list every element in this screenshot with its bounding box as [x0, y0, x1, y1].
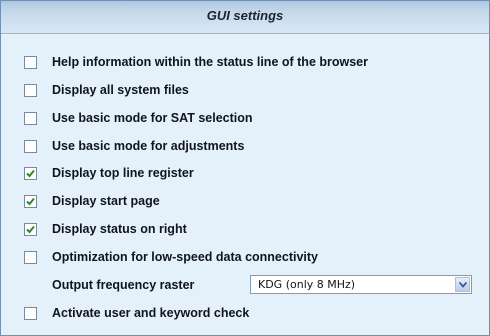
checkmark-icon [26, 225, 35, 233]
option-user-keyword-check[interactable]: Activate user and keyword check [24, 303, 249, 323]
checkbox[interactable] [24, 166, 37, 180]
checkbox[interactable] [24, 306, 37, 320]
checkbox[interactable] [24, 83, 37, 97]
checkbox[interactable] [24, 222, 37, 236]
checkmark-icon [26, 169, 35, 177]
option-help-status-line[interactable]: Help information within the status line … [24, 52, 368, 72]
option-display-system-files[interactable]: Display all system files [24, 80, 189, 100]
option-label: Display status on right [52, 222, 187, 236]
chevron-down-icon [459, 282, 467, 288]
option-label: Help information within the status line … [52, 55, 368, 69]
option-basic-adjustments[interactable]: Use basic mode for adjustments [24, 136, 244, 156]
frequency-raster-label: Output frequency raster [52, 278, 195, 292]
checkbox[interactable] [24, 250, 37, 264]
option-label: Optimization for low-speed data connecti… [52, 250, 319, 264]
dropdown-button[interactable] [455, 277, 470, 292]
option-label: Activate user and keyword check [52, 306, 250, 320]
option-top-line-register[interactable]: Display top line register [24, 163, 194, 183]
panel-title: GUI settings [206, 8, 284, 23]
option-label: Display top line register [52, 166, 194, 180]
checkbox[interactable] [24, 55, 37, 69]
option-basic-sat-selection[interactable]: Use basic mode for SAT selection [24, 108, 253, 128]
option-label: Use basic mode for adjustments [52, 139, 245, 153]
option-label: Display all system files [52, 83, 189, 97]
frequency-raster-value: KDG (only 8 MHz) [258, 278, 356, 291]
frequency-raster-row: Output frequency raster [52, 275, 194, 295]
checkmark-icon [26, 197, 35, 205]
option-status-on-right[interactable]: Display status on right [24, 219, 187, 239]
checkbox[interactable] [24, 111, 37, 125]
frequency-raster-select[interactable]: KDG (only 8 MHz) [250, 275, 472, 294]
option-label: Display start page [52, 194, 160, 208]
option-label: Use basic mode for SAT selection [52, 111, 253, 125]
checkbox[interactable] [24, 139, 37, 153]
panel-header: GUI settings [1, 1, 489, 34]
option-low-speed-optimization[interactable]: Optimization for low-speed data connecti… [24, 247, 318, 267]
checkbox[interactable] [24, 194, 37, 208]
option-start-page[interactable]: Display start page [24, 191, 160, 211]
gui-settings-panel: GUI settings Help information within the… [0, 0, 490, 336]
